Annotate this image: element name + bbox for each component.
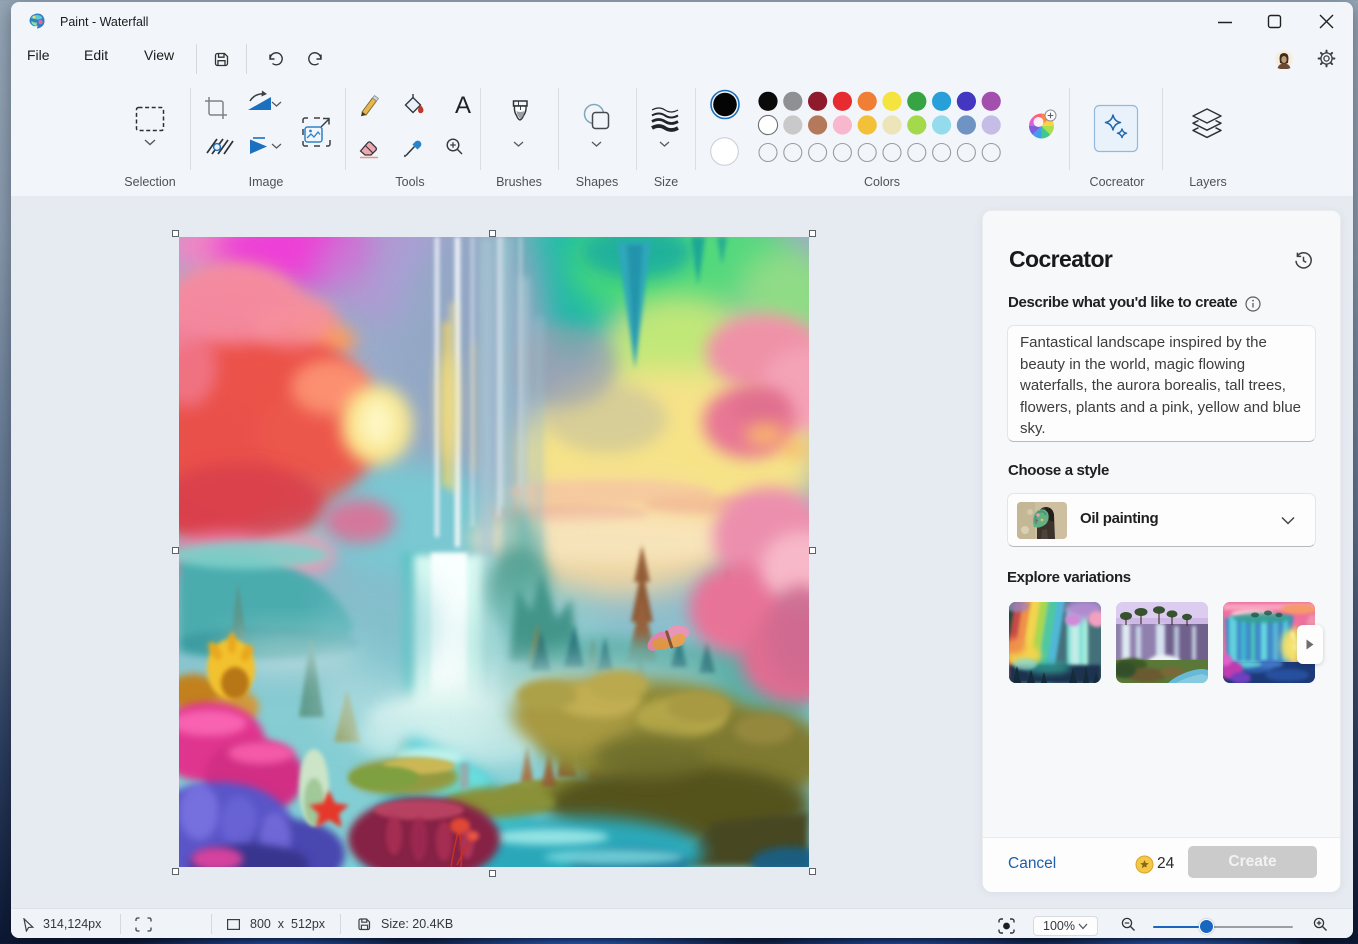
- svg-text:A: A: [455, 92, 471, 119]
